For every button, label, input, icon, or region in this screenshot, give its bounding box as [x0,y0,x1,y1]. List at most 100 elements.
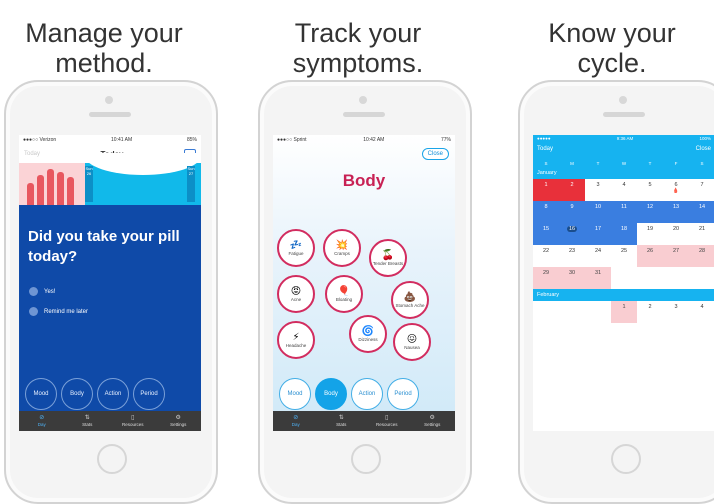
calendar-day[interactable]: 14 [689,201,714,223]
day-number: 8 [544,204,548,210]
calendar-day[interactable]: 26 [637,245,663,267]
period-button[interactable]: Period [387,378,419,410]
option-label: Yes! [44,288,56,295]
symptom-label: Tender Breasts [372,261,404,266]
mood-button[interactable]: Mood [279,378,311,410]
day-number: 3 [596,182,600,188]
symptom-bloating[interactable]: 🎈 Bloating [325,275,363,313]
calendar-day[interactable]: 4 [689,301,714,323]
symptom-headache[interactable]: ⚡ Headache [277,321,315,359]
calendar-day[interactable]: 17 [585,223,611,245]
tab-label: Settings [170,422,187,427]
calendar-day[interactable]: 31 [585,267,611,289]
calendar-day[interactable]: 8 [533,201,559,223]
action-button[interactable]: Action [97,378,129,410]
calendar-day[interactable]: 6 💧 [663,179,689,201]
calendar-day[interactable]: 16 [559,223,585,245]
symptom-fatigue[interactable]: 💤 Fatigue [277,229,315,267]
tab-day[interactable]: ⊘ Day [19,411,65,431]
today-button[interactable]: Today [537,146,553,152]
tab-resources[interactable]: ▯ Resources [364,411,410,431]
symptom-cramps[interactable]: 💥 Cramps [323,229,361,267]
home-button[interactable] [351,444,381,474]
calendar-day[interactable]: 18 [611,223,637,245]
option-remind[interactable]: Remind me later [29,307,88,316]
tab-settings[interactable]: ⚙ Settings [410,411,456,431]
pill-prompt-panel: Did you take your pill today? Yes! Remin… [19,205,201,431]
period-button[interactable]: Period [133,378,165,410]
calendar-day[interactable]: 1 [611,301,637,323]
symptom-tender-breasts[interactable]: 🍒 Tender Breasts [369,239,407,277]
body-button[interactable]: Body [61,378,93,410]
tab-stats[interactable]: ⇅ Stats [319,411,365,431]
caption-line: Manage your [25,18,183,48]
caption-line: Know your [548,18,676,48]
speaker [89,112,131,117]
symptom-stomach-ache[interactable]: 💩 Stomach Ache [391,281,429,319]
nausea-icon: 😖 [406,334,418,345]
day-number: 23 [568,248,576,254]
calendar-day[interactable]: 9 [559,201,585,223]
gear-icon: ⚙ [175,415,181,421]
symptom-label: Nausea [404,345,420,350]
period-bar [47,169,54,205]
calendar-day[interactable]: 15 [533,223,559,245]
pill-question: Did you take your pill today? [28,228,180,265]
calendar-day[interactable]: 21 [689,223,714,245]
calendar-week: 8 9 10 11 12 13 14 [533,201,714,223]
calendar-empty-cell [637,267,663,289]
calendar-day[interactable]: 19 [637,223,663,245]
calendar-day[interactable]: 27 [663,245,689,267]
day-number: 1 [622,304,626,310]
calendar-day[interactable]: 23 [559,245,585,267]
phone-frame-2: ●●●○○ Sprint 10:42 AM 77% Close Body 💤 Fa… [258,80,472,504]
symptom-label: Stomach Ache [395,303,425,308]
period-bar [67,177,74,205]
calendar-day[interactable]: 29 [533,267,559,289]
symptom-dizziness[interactable]: 🌀 Dizziness [349,315,387,353]
home-button[interactable] [611,444,641,474]
close-button[interactable]: Close [421,148,449,160]
day-number: 10 [594,204,602,210]
calendar-day[interactable]: 30 [559,267,585,289]
calendar-day[interactable]: 22 [533,245,559,267]
caption-know: Know your cycle. [512,18,712,78]
nav-back[interactable]: Today [24,151,40,157]
calendar-day[interactable]: 4 [611,179,637,201]
calendar-day[interactable]: 12 [637,201,663,223]
mood-button[interactable]: Mood [25,378,57,410]
month-header: February [533,289,714,301]
calendar-day[interactable]: 5 [637,179,663,201]
day-number: 18 [620,226,628,232]
calendar-day[interactable]: 24 [585,245,611,267]
calendar-day[interactable]: 28 [689,245,714,267]
body-button[interactable]: Body [315,378,347,410]
calendar-day[interactable]: 3 [585,179,611,201]
symptom-nausea[interactable]: 😖 Nausea [393,323,431,361]
calendar-day[interactable]: 25 [611,245,637,267]
option-yes[interactable]: Yes! [29,287,55,296]
stats-icon: ⇅ [84,415,90,421]
close-button[interactable]: Close [696,146,711,152]
symptom-acne[interactable]: 😡 Acne [277,275,315,313]
tab-bar: ⊘ Day ⇅ Stats ▯ Resources ⚙ Settings [19,411,201,431]
calendar-day[interactable]: 20 [663,223,689,245]
battery: 100% [699,136,711,141]
day-number: 12 [646,204,654,210]
tab-resources[interactable]: ▯ Resources [110,411,156,431]
calendar-day[interactable]: 7 [689,179,714,201]
calendar-day[interactable]: 2 [559,179,585,201]
calendar-day[interactable]: 1 [533,179,559,201]
calendar-day[interactable]: 13 [663,201,689,223]
calendar-day[interactable]: 2 [637,301,663,323]
tab-day[interactable]: ⊘ Day [273,411,319,431]
tab-settings[interactable]: ⚙ Settings [156,411,202,431]
calendar-day[interactable]: 3 [663,301,689,323]
category-circles: Mood Body Action Period [25,378,165,410]
calendar-day[interactable]: 10 [585,201,611,223]
calendar-day[interactable]: 11 [611,201,637,223]
weekday-label: S [700,161,704,166]
action-button[interactable]: Action [351,378,383,410]
tab-stats[interactable]: ⇅ Stats [65,411,111,431]
home-button[interactable] [97,444,127,474]
